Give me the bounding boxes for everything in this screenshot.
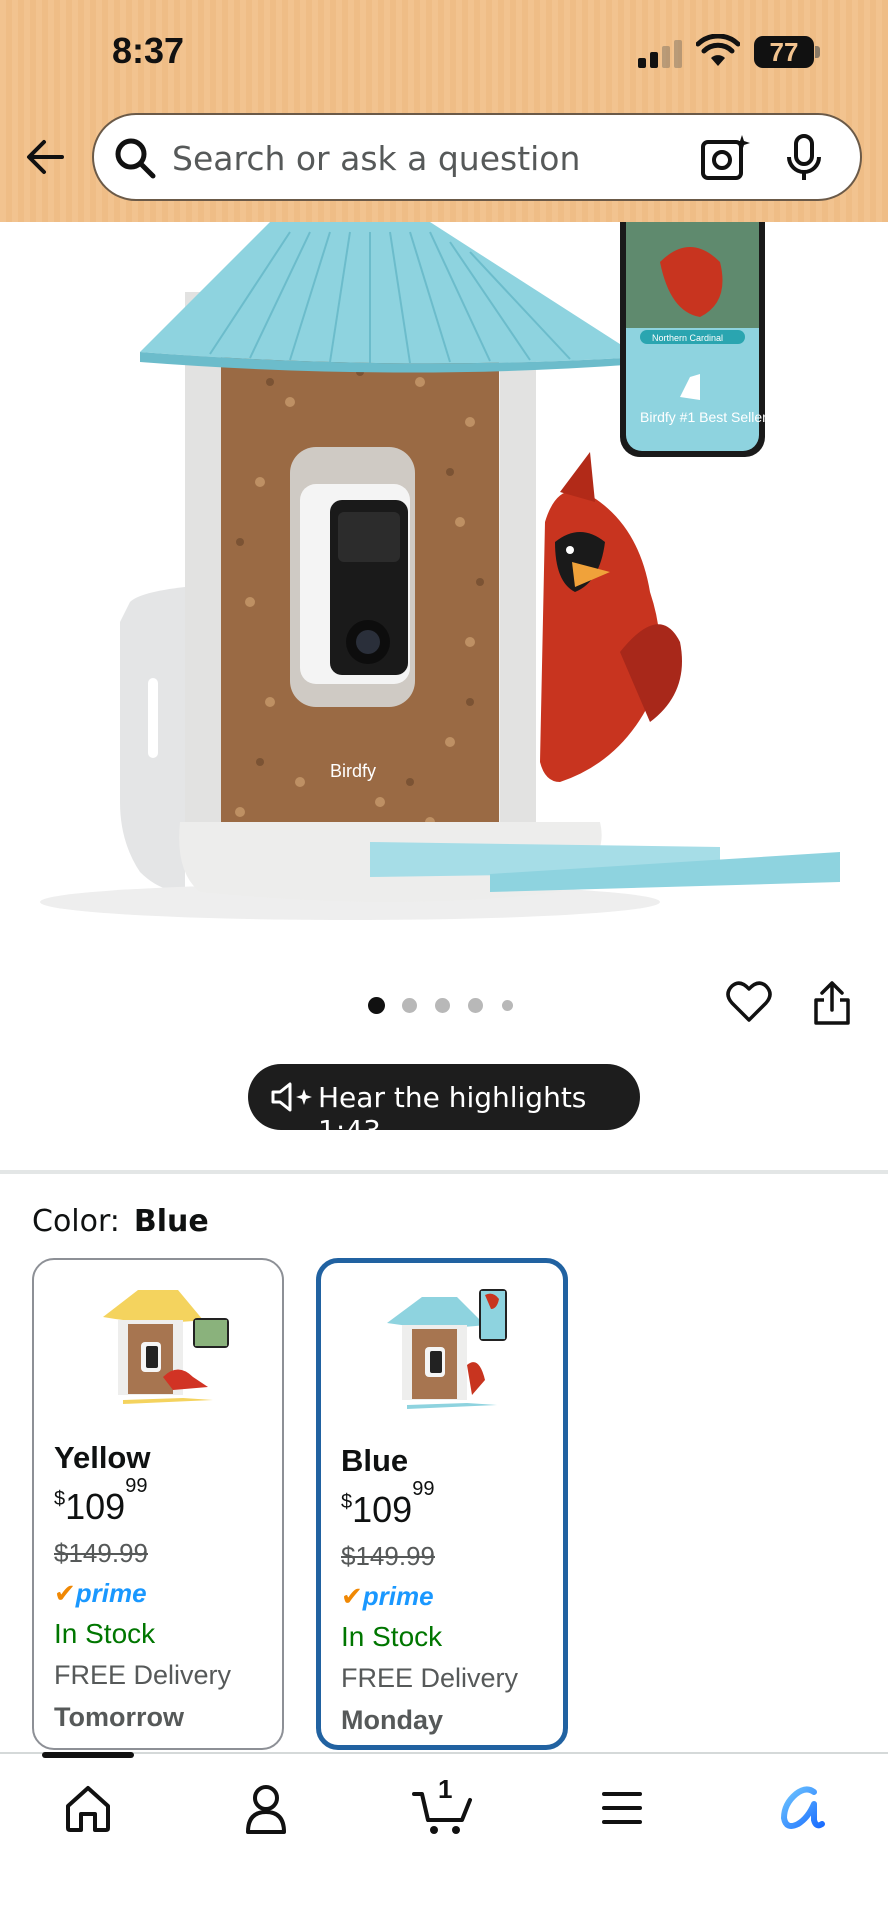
carousel-dot[interactable] <box>502 1000 513 1011</box>
battery-level: 77 <box>754 36 814 68</box>
yellow-feeder-thumbnail <box>103 1290 229 1404</box>
stock-status: In Stock <box>54 1618 156 1649</box>
home-icon[interactable] <box>58 1780 118 1836</box>
color-option-yellow[interactable]: Yellow $10999 $149.99 ✔prime In Stock FR… <box>32 1258 284 1750</box>
bottom-navigation: 1 <box>0 1752 888 1920</box>
carousel-dots <box>368 996 520 1014</box>
color-option-blue[interactable]: Blue $10999 $149.99 ✔prime In Stock FREE… <box>316 1258 568 1750</box>
app-header: 8:37 77 Search or ask a question <box>0 0 888 222</box>
prime-check-icon: ✔ <box>54 1578 76 1608</box>
swatch-name: Blue <box>341 1443 409 1478</box>
share-icon[interactable] <box>812 980 852 1026</box>
search-bar[interactable]: Search or ask a question <box>92 113 862 201</box>
color-label: Color: <box>32 1204 120 1239</box>
status-bar: 8:37 77 <box>0 0 888 100</box>
product-image-carousel[interactable]: Birdfy Northern Cardinal Birdfy #1 Best … <box>0 222 888 962</box>
swatch-price: $10999 <box>341 1478 435 1530</box>
product-image: Birdfy Northern Cardinal Birdfy #1 Best … <box>40 222 840 920</box>
prime-badge: ✔prime <box>54 1578 147 1608</box>
back-arrow-icon[interactable] <box>22 134 68 180</box>
cart-button[interactable]: 1 <box>412 1774 478 1836</box>
hear-highlights-button[interactable]: Hear the highlights 1:43 <box>248 1064 640 1147</box>
brand-logo-text: Birdfy <box>330 761 376 781</box>
cart-count: 1 <box>438 1774 453 1804</box>
carousel-dot[interactable] <box>368 997 385 1014</box>
speaker-sparkle-icon <box>271 1082 312 1112</box>
blue-feeder-thumbnail <box>387 1289 507 1409</box>
carousel-dot[interactable] <box>402 998 417 1013</box>
cellular-signal-icon <box>638 38 686 68</box>
color-value: Blue <box>133 1204 209 1239</box>
stock-status: In Stock <box>341 1621 443 1652</box>
menu-icon[interactable] <box>592 1780 652 1836</box>
swatch-name: Yellow <box>54 1440 151 1475</box>
camera-lens-icon[interactable] <box>700 133 750 183</box>
phone-caption: Northern Cardinal <box>652 333 723 343</box>
delivery-day: Tomorrow <box>54 1702 184 1732</box>
section-divider <box>0 1170 888 1174</box>
microphone-icon[interactable] <box>784 133 824 183</box>
swatch-price: $10999 <box>54 1475 148 1527</box>
phone-badge: Birdfy #1 Best Seller <box>640 409 767 425</box>
search-input[interactable]: Search or ask a question <box>172 139 580 178</box>
wifi-icon <box>696 34 740 66</box>
hear-highlights-label: Hear the highlights 1:43 <box>318 1081 587 1147</box>
delivery-day: Monday <box>341 1705 444 1735</box>
search-icon <box>115 138 156 179</box>
rufus-icon[interactable] <box>770 1780 830 1836</box>
prime-badge: ✔prime <box>341 1581 434 1611</box>
active-tab-indicator <box>42 1752 134 1758</box>
swatch-list-price: $149.99 <box>341 1541 435 1571</box>
carousel-dot[interactable] <box>468 998 483 1013</box>
prime-check-icon: ✔ <box>341 1581 363 1611</box>
delivery-text: FREE Delivery <box>54 1660 232 1690</box>
delivery-text: FREE Delivery <box>341 1663 519 1693</box>
account-icon[interactable] <box>236 1780 296 1836</box>
color-selector-label: Color: Blue <box>32 1204 209 1239</box>
heart-icon[interactable] <box>726 980 772 1024</box>
carousel-dot[interactable] <box>435 998 450 1013</box>
swatch-list-price: $149.99 <box>54 1538 148 1568</box>
status-time: 8:37 <box>112 30 185 71</box>
battery-icon: 77 <box>754 36 820 68</box>
